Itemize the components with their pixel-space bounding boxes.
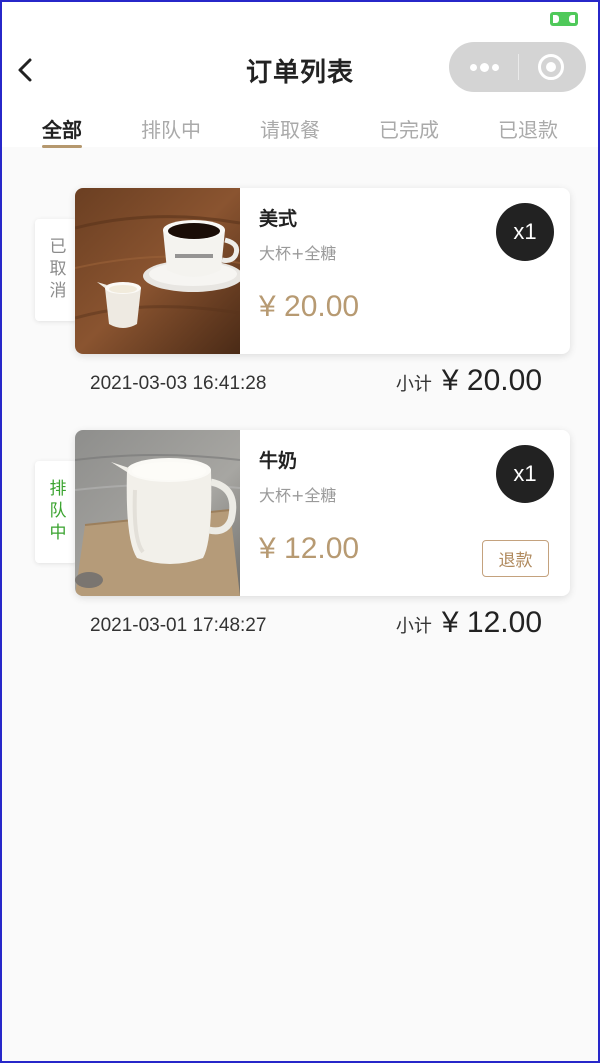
order-time: 2021-03-01 17:48:27 <box>90 615 267 636</box>
active-tab-indicator <box>42 145 82 148</box>
item-name: 牛奶 <box>259 450 298 472</box>
order-tabs: 全部 排队中 请取餐 已完成 已退款 <box>2 114 598 150</box>
battery-status-icon <box>550 12 578 26</box>
subtotal: 小计 ¥ 12.00 <box>396 606 542 640</box>
tab-pickup[interactable]: 请取餐 <box>250 114 330 143</box>
header: 订单列表 全部 排队中 请取餐 已完成 已退款 <box>2 2 598 150</box>
refund-button[interactable]: 退款 <box>482 540 549 577</box>
app-frame: 订单列表 全部 排队中 请取餐 已完成 已退款 已取消 美式 大杯+全糖 ¥ 2… <box>0 0 600 1063</box>
tab-refunded[interactable]: 已退款 <box>488 114 568 143</box>
item-spec: 大杯+全糖 <box>259 244 337 263</box>
tab-queue[interactable]: 排队中 <box>131 114 211 143</box>
item-price: ¥ 12.00 <box>259 532 360 565</box>
order-card[interactable]: 美式 大杯+全糖 ¥ 20.00 x1 <box>75 188 570 354</box>
item-price: ¥ 20.00 <box>259 290 360 323</box>
order-card[interactable]: 牛奶 大杯+全糖 ¥ 12.00 x1 退款 <box>75 430 570 596</box>
order-time: 2021-03-03 16:41:28 <box>90 373 267 394</box>
subtotal: 小计 ¥ 20.00 <box>396 364 542 398</box>
tab-completed[interactable]: 已完成 <box>369 114 449 143</box>
subtotal-amount: ¥ 20.00 <box>441 364 542 397</box>
item-name: 美式 <box>259 208 298 230</box>
target-circle-icon[interactable] <box>519 42 586 92</box>
tab-all[interactable]: 全部 <box>22 114 102 143</box>
mini-program-capsule <box>449 42 586 92</box>
status-badge: 排队中 <box>35 461 77 563</box>
subtotal-amount: ¥ 12.00 <box>441 606 542 639</box>
quantity-badge: x1 <box>496 445 554 503</box>
quantity-badge: x1 <box>496 203 554 261</box>
subtotal-label: 小计 <box>395 616 432 637</box>
more-dots-icon[interactable] <box>449 42 518 92</box>
subtotal-label: 小计 <box>395 374 432 395</box>
status-badge: 已取消 <box>35 219 77 321</box>
coffee-cup-photo <box>75 188 240 354</box>
milk-jug-photo <box>75 430 240 596</box>
item-spec: 大杯+全糖 <box>259 486 337 505</box>
